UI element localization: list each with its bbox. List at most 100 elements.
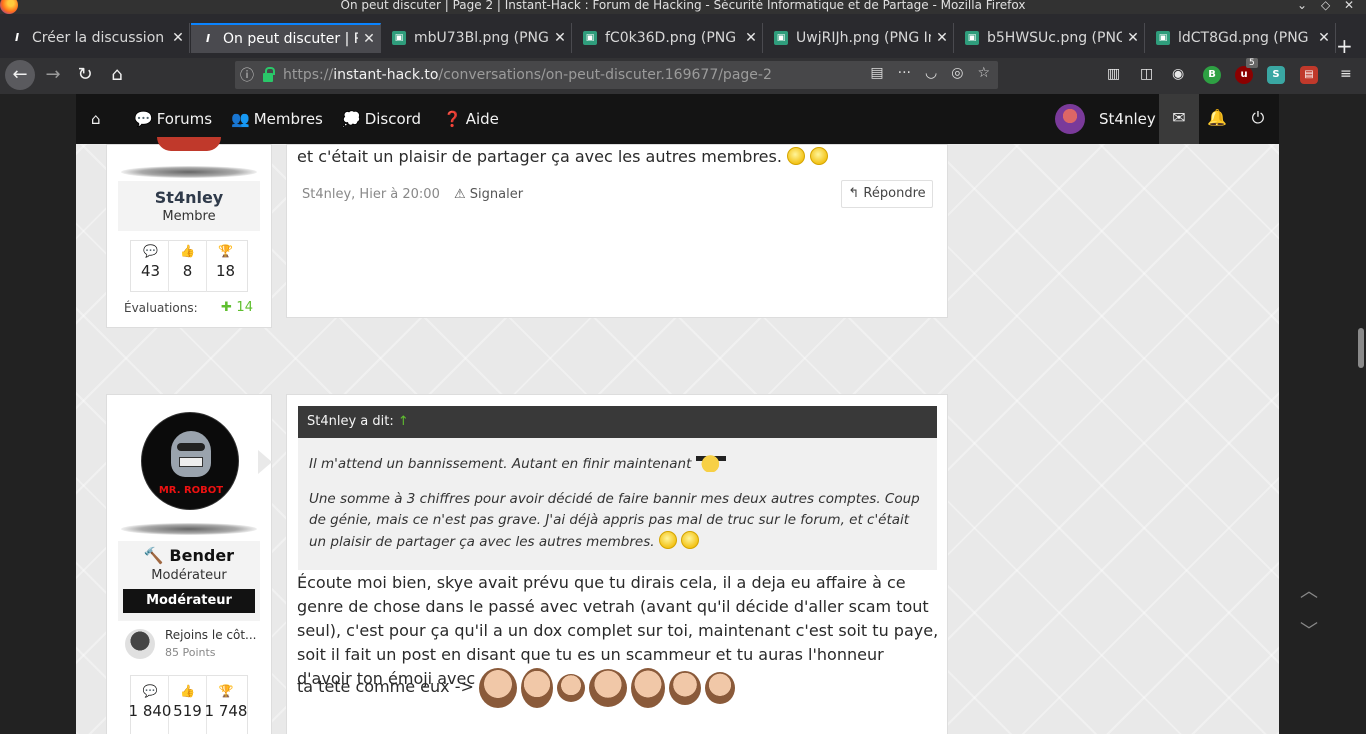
reload-icon[interactable]: ↻ [70, 60, 100, 90]
plus-icon: ✚ [221, 300, 237, 315]
conversations-button[interactable]: ✉ [1159, 94, 1199, 144]
quote-line-1: Il m'attend un bannissement. Autant en f… [309, 452, 925, 475]
vertical-scrollbar[interactable] [1356, 94, 1366, 734]
library-icon[interactable]: ▥ [1107, 66, 1120, 82]
minimize-icon[interactable]: ⌄ [1297, 0, 1307, 12]
envelope-icon: ✉ [1172, 108, 1186, 127]
scrollbar-thumb[interactable] [1358, 328, 1364, 368]
pocket-icon[interactable]: ◡ [925, 65, 937, 81]
reply-arrow-icon: ↰ [848, 186, 860, 201]
post1-avatar[interactable] [157, 137, 221, 151]
url-host: instant-hack.to [333, 67, 439, 83]
tab-image-3[interactable]: ▣ UwjRIJh.png (PNG Im ✕ [764, 23, 954, 53]
tab-label: ldCT8Gd.png (PNG Im [1178, 30, 1313, 46]
home-nav-icon[interactable]: ⌂ [91, 110, 101, 128]
tab-image-5[interactable]: ▣ ldCT8Gd.png (PNG Im ✕ [1146, 23, 1336, 53]
post1-content: et c'était un plaisir de partager ça ave… [286, 144, 948, 318]
power-icon[interactable]: ⏻ [1247, 108, 1269, 128]
info-icon[interactable]: ⓘ [235, 65, 259, 85]
post2-username[interactable]: 🔨 Bender [118, 546, 260, 565]
post2-avatar[interactable]: MR. ROBOT [141, 412, 239, 510]
menu-icon[interactable]: ≡ [1340, 66, 1352, 82]
jump-to-quote-icon[interactable]: ↑ [398, 414, 409, 429]
new-tab-icon[interactable]: + [1336, 34, 1353, 58]
extension-s-icon[interactable]: S [1267, 66, 1285, 84]
stat-value: 8 [182, 262, 193, 280]
post1-stat-likes: 👍 8 [169, 240, 206, 280]
close-tab-icon[interactable]: ✕ [1122, 30, 1144, 46]
extension-red-icon[interactable]: ▤ [1300, 66, 1318, 84]
url-text[interactable]: https://instant-hack.to/conversations/on… [283, 67, 772, 83]
quote-author[interactable]: St4nley a dit: [307, 414, 394, 429]
comments-icon: 💬 [143, 244, 158, 258]
smile-emoji-icon [787, 147, 806, 165]
close-tab-icon[interactable]: ✕ [1313, 30, 1335, 46]
current-username[interactable]: St4nley [1099, 110, 1156, 128]
close-tab-icon[interactable]: ✕ [549, 30, 571, 46]
window-title: On peut discuter | Page 2 | Instant-Hack… [340, 0, 1026, 12]
image-favicon-icon: ▣ [1156, 31, 1170, 45]
users-icon: 👥 [231, 110, 250, 128]
tab-on-peut-discuter[interactable]: I On peut discuter | Pa ✕ [191, 23, 381, 53]
instant-hack-favicon-icon: I [205, 32, 211, 45]
home-icon[interactable]: ⌂ [102, 60, 132, 90]
close-window-icon[interactable]: ✕ [1344, 0, 1354, 12]
avatar[interactable] [1055, 104, 1085, 134]
trophy-title[interactable]: Rejoins le côt... [165, 628, 256, 642]
extension-b-icon[interactable]: B [1203, 66, 1221, 84]
nav-discord-label: Discord [364, 110, 422, 128]
lock-icon[interactable] [263, 66, 275, 82]
url-path: /conversations/on-peut-discuter.169677/p… [438, 67, 772, 83]
stat-value: 519 [173, 702, 202, 720]
tab-image-4[interactable]: ▣ b5HWSUc.png (PNG ✕ [955, 23, 1145, 53]
window-titlebar: On peut discuter | Page 2 | Instant-Hack… [0, 0, 1366, 14]
bookmark-star-icon[interactable]: ☆ [977, 65, 990, 81]
post2-content: St4nley a dit: ↑ Il m'attend un bannisse… [286, 394, 948, 734]
moderator-badge: Modérateur [123, 589, 255, 613]
robot-visor [177, 443, 205, 451]
post1-date[interactable]: St4nley, Hier à 20:00 [302, 187, 440, 202]
account-icon[interactable]: ◉ [1172, 66, 1184, 82]
sidebar-icon[interactable]: ◫ [1140, 66, 1153, 82]
post1-text-end: et c'était un plaisir de partager ça ave… [297, 147, 782, 166]
nav-discord[interactable]: 💭 Discord [342, 110, 421, 128]
reply-button[interactable]: ↰ Répondre [841, 180, 933, 208]
close-tab-icon[interactable]: ✕ [931, 30, 953, 46]
url-bar[interactable]: ⓘ https://instant-hack.to/conversations/… [235, 61, 998, 89]
robot-teeth [179, 457, 203, 467]
tab-creer-discussion[interactable]: I Créer la discussion | I ✕ [0, 23, 190, 53]
bell-icon[interactable]: 🔔 [1206, 108, 1228, 127]
image-favicon-icon: ▣ [583, 31, 597, 45]
report-link[interactable]: ⚠ Signaler [454, 187, 523, 202]
nav-forums[interactable]: 💬 Forums [134, 110, 212, 128]
face-emoji-icon [556, 673, 585, 702]
tab-image-2[interactable]: ▣ fC0k36D.png (PNG Im ✕ [573, 23, 763, 53]
nav-help[interactable]: ❓ Aide [443, 110, 499, 128]
scroll-down-icon[interactable]: ﹀ [1289, 612, 1329, 652]
reader-view-icon[interactable]: ▤ [870, 65, 883, 81]
page-actions-icon[interactable]: ··· [898, 65, 911, 81]
tab-label: UwjRIJh.png (PNG Im [796, 30, 931, 46]
back-arrow-icon[interactable]: ← [5, 60, 35, 90]
tracking-icon[interactable]: ◎ [951, 65, 963, 81]
close-tab-icon[interactable]: ✕ [740, 30, 762, 46]
close-tab-icon[interactable]: ✕ [358, 31, 380, 47]
close-tab-icon[interactable]: ✕ [167, 30, 189, 46]
scroll-up-icon[interactable]: ︿ [1289, 572, 1329, 612]
post1-meta: St4nley, Hier à 20:00 ⚠ Signaler [302, 187, 523, 202]
instant-hack-favicon-icon: I [14, 31, 20, 44]
post1-username[interactable]: St4nley [118, 188, 260, 207]
forward-arrow-icon[interactable]: → [38, 60, 68, 90]
quote-body: Il m'attend un bannissement. Autant en f… [298, 438, 937, 570]
navigation-bar: ← → ↻ ⌂ ⓘ https://instant-hack.to/conver… [0, 58, 1366, 94]
tab-image-1[interactable]: ▣ mbU73Bl.png (PNG I ✕ [382, 23, 572, 53]
face-emoji-icon [668, 670, 701, 705]
face-emoji-icon [630, 667, 665, 708]
comments-icon: 💬 [134, 110, 153, 128]
nav-help-label: Aide [465, 110, 499, 128]
post1-user-role: Membre [162, 209, 216, 224]
restore-icon[interactable]: ◇ [1321, 0, 1330, 12]
nav-members[interactable]: 👥 Membres [231, 110, 323, 128]
image-favicon-icon: ▣ [774, 31, 788, 45]
ublock-icon[interactable]: u [1235, 66, 1253, 84]
